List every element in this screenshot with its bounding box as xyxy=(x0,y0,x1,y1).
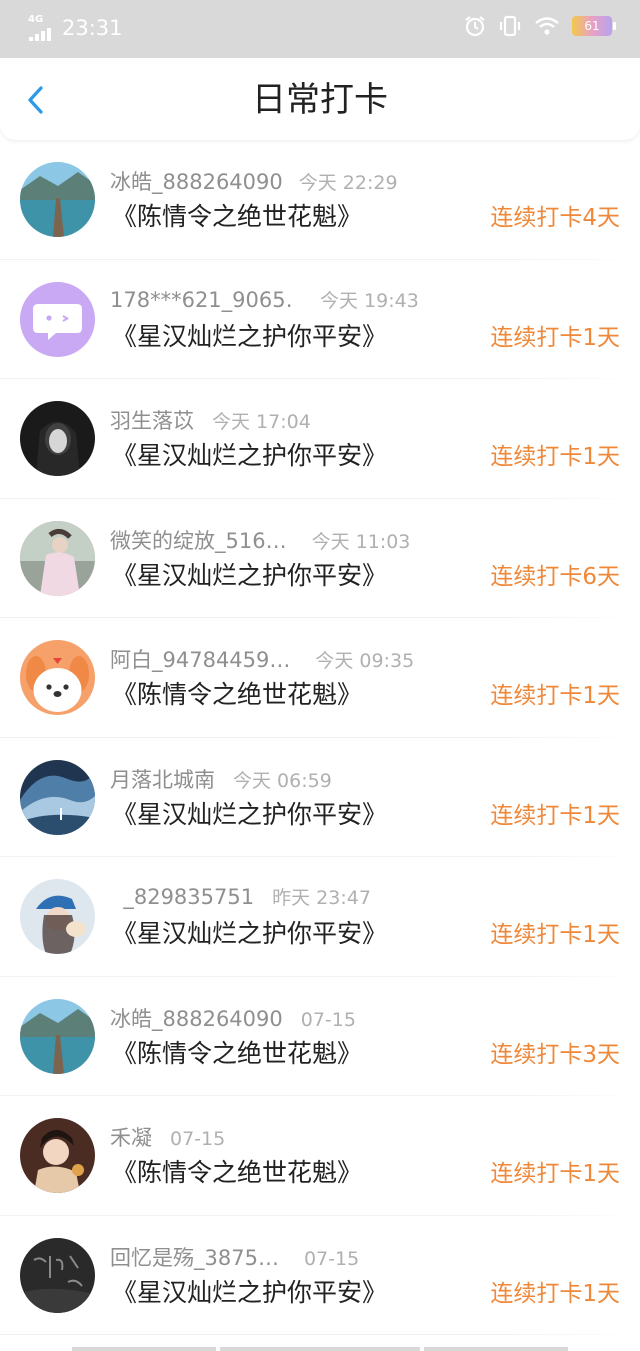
avatar[interactable] xyxy=(20,759,95,835)
username[interactable]: 178***621_9065… xyxy=(110,288,295,312)
book-title[interactable]: 《星汉灿烂之护你平安》 xyxy=(112,1274,387,1312)
book-title[interactable]: 《星汉灿烂之护你平安》 xyxy=(112,557,387,595)
username[interactable]: 微笑的绽放_516… xyxy=(110,525,287,555)
username[interactable]: 冰皓_888264090 xyxy=(110,166,283,196)
book-title[interactable]: 《陈情令之绝世花魁》 xyxy=(112,198,362,236)
battery-level: 61 xyxy=(584,19,600,33)
checkin-meta: 禾凝 07-15 xyxy=(110,1122,225,1152)
avatar[interactable] xyxy=(20,162,95,237)
status-right: 61 xyxy=(464,15,616,37)
streak-label: 连续打卡4天 xyxy=(490,205,620,231)
streak-label: 连续打卡1天 xyxy=(490,683,620,709)
list-item[interactable]: 178***621_9065… 今天 19:43 《星汉灿烂之护你平安》 连续打… xyxy=(0,260,640,379)
avatar[interactable] xyxy=(20,879,95,954)
bottom-hint-bar xyxy=(72,1347,216,1351)
list-item[interactable]: 冰皓_888264090 今天 22:29 《陈情令之绝世花魁》 连续打卡4天 xyxy=(0,140,640,260)
list-item[interactable]: 微笑的绽放_516… 今天 11:03 《星汉灿烂之护你平安》 连续打卡6天 xyxy=(0,499,640,618)
checkin-meta: 阿白_94784459… 今天 09:35 xyxy=(110,644,414,674)
list-item[interactable]: 阿白_94784459… 今天 09:35 《陈情令之绝世花魁》 连续打卡1天 xyxy=(0,618,640,738)
username[interactable]: 禾凝 xyxy=(110,1122,152,1152)
status-time: 23:31 xyxy=(62,16,123,40)
book-title[interactable]: 《星汉灿烂之护你平安》 xyxy=(112,796,387,834)
avatar[interactable] xyxy=(20,640,95,715)
streak-label: 连续打卡1天 xyxy=(490,802,620,829)
list-item[interactable]: 冰皓_888264090 07-15 《陈情令之绝世花魁》 连续打卡3天 xyxy=(0,977,640,1096)
username[interactable]: 月落北城南 xyxy=(110,764,215,794)
checkin-time: 07-15 xyxy=(303,1247,360,1270)
streak-label: 连续打卡1天 xyxy=(490,444,620,470)
username[interactable]: 羽生落苡 xyxy=(110,405,194,435)
checkin-time: 今天 06:59 xyxy=(233,769,332,792)
book-title[interactable]: 《陈情令之绝世花魁》 xyxy=(112,1154,362,1192)
status-bar: 4G 23:31 61 xyxy=(0,0,640,58)
list-item[interactable]: 羽生落苡 今天 17:04 《星汉灿烂之护你平安》 连续打卡1天 xyxy=(0,379,640,499)
streak-label: 连续打卡6天 xyxy=(490,563,620,590)
checkin-time: 昨天 23:47 xyxy=(272,887,371,909)
checkin-meta: _829835751 昨天 23:47 xyxy=(110,883,371,913)
battery-icon: 61 xyxy=(572,16,616,36)
checkin-time: 07-15 xyxy=(170,1128,226,1150)
checkin-meta: 冰皓_888264090 07-15 xyxy=(110,1003,356,1033)
checkin-time: 今天 09:35 xyxy=(315,650,415,672)
streak-label: 连续打卡1天 xyxy=(490,1161,620,1187)
checkin-time: 07-15 xyxy=(300,1008,356,1031)
checkin-meta: 178***621_9065… 今天 19:43 xyxy=(110,286,419,316)
username[interactable]: 回忆是殇_3875… xyxy=(110,1242,279,1272)
username[interactable]: _829835751 xyxy=(110,885,254,909)
checkin-time: 今天 17:04 xyxy=(212,411,311,433)
vibrate-icon xyxy=(499,15,521,37)
wifi-icon xyxy=(535,17,559,35)
signal-icon: 4G xyxy=(28,15,56,41)
checkin-meta: 冰皓_888264090 今天 22:29 xyxy=(110,166,398,196)
streak-label: 连续打卡1天 xyxy=(490,1280,620,1307)
book-title[interactable]: 《星汉灿烂之护你平安》 xyxy=(112,437,387,475)
username[interactable]: 阿白_94784459… xyxy=(110,644,290,674)
streak-label: 连续打卡1天 xyxy=(490,922,620,948)
streak-label: 连续打卡3天 xyxy=(490,1041,620,1068)
avatar[interactable] xyxy=(20,281,95,357)
divider xyxy=(0,1334,640,1335)
list-item[interactable]: _829835751 昨天 23:47 《星汉灿烂之护你平安》 连续打卡1天 xyxy=(0,857,640,977)
bottom-edge-hint xyxy=(0,1345,640,1351)
checkin-meta: 月落北城南 今天 06:59 xyxy=(110,764,332,794)
checkin-list: 冰皓_888264090 今天 22:29 《陈情令之绝世花魁》 连续打卡4天 … xyxy=(0,140,640,1335)
bottom-hint-bar xyxy=(220,1347,420,1351)
book-title[interactable]: 《陈情令之绝世花魁》 xyxy=(112,1035,362,1073)
checkin-time: 今天 11:03 xyxy=(311,530,411,553)
bottom-hint-bar xyxy=(424,1347,568,1351)
book-title[interactable]: 《星汉灿烂之护你平安》 xyxy=(112,318,387,356)
list-item[interactable]: 月落北城南 今天 06:59 《星汉灿烂之护你平安》 连续打卡1天 xyxy=(0,738,640,857)
checkin-time: 今天 22:29 xyxy=(298,172,398,194)
alarm-icon xyxy=(465,16,485,37)
checkin-meta: 羽生落苡 今天 17:04 xyxy=(110,405,311,435)
list-item[interactable]: 禾凝 07-15 《陈情令之绝世花魁》 连续打卡1天 xyxy=(0,1096,640,1216)
checkin-meta: 回忆是殇_3875… 07-15 xyxy=(110,1242,359,1272)
streak-label: 连续打卡1天 xyxy=(490,324,620,351)
book-title[interactable]: 《星汉灿烂之护你平安》 xyxy=(112,915,387,953)
network-type: 4G xyxy=(28,14,44,25)
avatar[interactable] xyxy=(20,1118,95,1193)
checkin-meta: 微笑的绽放_516… 今天 11:03 xyxy=(110,525,410,555)
avatar[interactable] xyxy=(20,998,95,1074)
book-title[interactable]: 《陈情令之绝世花魁》 xyxy=(112,676,362,714)
status-left: 4G 23:31 xyxy=(28,14,123,42)
avatar[interactable] xyxy=(20,1237,95,1313)
checkin-time: 今天 19:43 xyxy=(320,289,419,312)
avatar[interactable] xyxy=(20,520,95,596)
avatar[interactable] xyxy=(20,401,95,476)
list-item[interactable]: 回忆是殇_3875… 07-15 《星汉灿烂之护你平安》 连续打卡1天 xyxy=(0,1216,640,1335)
username[interactable]: 冰皓_888264090 xyxy=(110,1003,283,1033)
nav-header: 日常打卡 xyxy=(0,58,640,140)
page-title: 日常打卡 xyxy=(252,80,388,120)
